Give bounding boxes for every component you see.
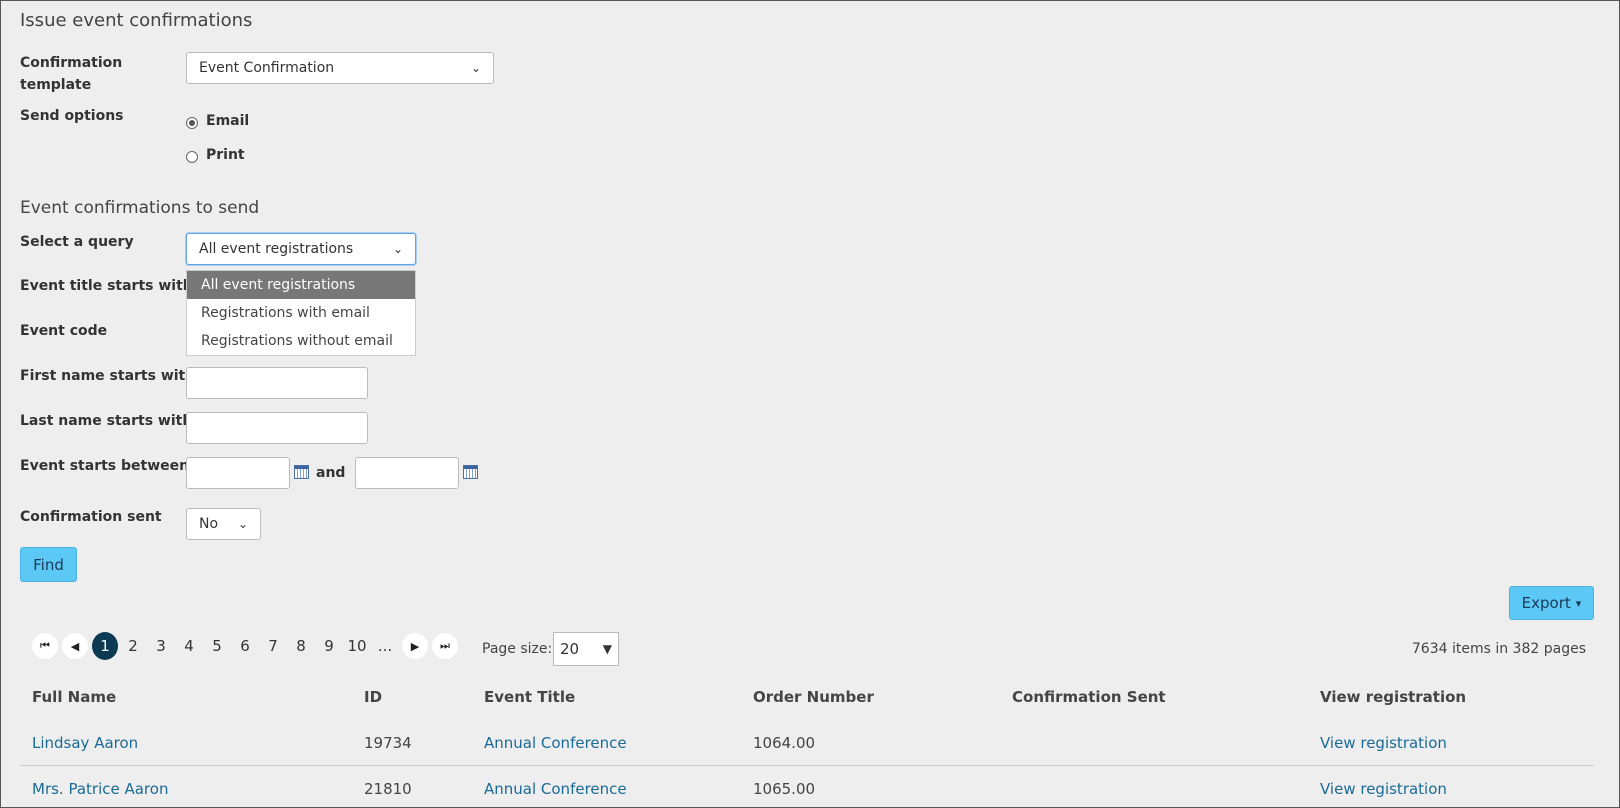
- email-radio[interactable]: [186, 117, 198, 129]
- query-select-value: All event registrations: [199, 241, 354, 257]
- filters-title: Event confirmations to send: [20, 198, 260, 218]
- print-radio[interactable]: [186, 151, 198, 163]
- row-full-name-link[interactable]: Mrs. Patrice Aaron: [32, 780, 168, 798]
- calendar-icon[interactable]: [463, 465, 478, 479]
- col-header-id[interactable]: ID: [364, 688, 382, 706]
- page-number-10[interactable]: 10: [344, 637, 370, 655]
- chevron-down-icon: ⌄: [470, 61, 481, 75]
- caret-down-icon: ▾: [1575, 596, 1582, 610]
- row-view-registration-link[interactable]: View registration: [1320, 734, 1447, 752]
- pager-summary: 7634 items in 382 pages: [1411, 641, 1586, 657]
- find-button[interactable]: Find: [20, 547, 77, 582]
- row-event-title-link[interactable]: Annual Conference: [484, 780, 627, 798]
- col-header-confirmation-sent[interactable]: Confirmation Sent: [1012, 688, 1166, 706]
- query-option[interactable]: Registrations with email: [187, 299, 415, 327]
- page-number-6[interactable]: 6: [232, 637, 258, 655]
- event-starts-label: Event starts between: [20, 458, 190, 474]
- page-number-2[interactable]: 2: [120, 637, 146, 655]
- page-number-5[interactable]: 5: [204, 637, 230, 655]
- page-number-4[interactable]: 4: [176, 637, 202, 655]
- page-number-1[interactable]: 1: [92, 632, 118, 660]
- template-label: Confirmation template: [20, 55, 123, 93]
- row-id: 19734: [364, 734, 412, 752]
- page-size-value: 20: [560, 640, 580, 658]
- query-label: Select a query: [20, 234, 134, 250]
- confirmation-sent-value: No: [199, 516, 219, 532]
- event-start-from-input[interactable]: [186, 457, 290, 489]
- and-label: and: [316, 465, 346, 481]
- page-size-select[interactable]: 20 ▼: [553, 632, 619, 666]
- calendar-icon[interactable]: [294, 465, 309, 479]
- chevron-down-icon: ⌄: [392, 242, 403, 256]
- event-code-label: Event code: [20, 323, 108, 339]
- chevron-down-icon: ⌄: [237, 517, 248, 531]
- page-number-9[interactable]: 9: [316, 637, 342, 655]
- query-select[interactable]: All event registrations ⌄: [186, 233, 416, 265]
- caret-down-icon: ▼: [602, 642, 612, 656]
- page-number-8[interactable]: 8: [288, 637, 314, 655]
- col-header-order-number[interactable]: Order Number: [753, 688, 874, 706]
- last-name-label: Last name starts with: [20, 413, 193, 429]
- row-id: 21810: [364, 780, 412, 798]
- export-button-label: Export: [1521, 594, 1571, 612]
- event-start-to-input[interactable]: [355, 457, 459, 489]
- row-view-registration-link[interactable]: View registration: [1320, 780, 1447, 798]
- col-header-full-name[interactable]: Full Name: [32, 688, 116, 706]
- email-radio-label: Email: [206, 113, 250, 129]
- template-select-value: Event Confirmation: [199, 60, 335, 76]
- first-page-icon[interactable]: ⏮: [32, 633, 58, 659]
- row-event-title-link[interactable]: Annual Conference: [484, 734, 627, 752]
- next-page-icon[interactable]: ▶: [402, 633, 428, 659]
- page-number-7[interactable]: 7: [260, 637, 286, 655]
- query-option[interactable]: Registrations without email: [187, 327, 415, 355]
- last-name-input[interactable]: [186, 412, 368, 444]
- row-order-number: 1065.00: [753, 780, 816, 798]
- page-number-3[interactable]: 3: [148, 637, 174, 655]
- query-option[interactable]: All event registrations: [187, 271, 415, 299]
- event-title-label: Event title starts with: [20, 278, 193, 294]
- col-header-event-title[interactable]: Event Title: [484, 688, 575, 706]
- last-page-icon[interactable]: ⏭: [432, 633, 458, 659]
- export-button[interactable]: Export ▾: [1509, 586, 1594, 620]
- page-title: Issue event confirmations: [20, 10, 253, 31]
- page-size-label: Page size:: [482, 641, 553, 657]
- first-name-input[interactable]: [186, 367, 368, 399]
- template-select[interactable]: Event Confirmation ⌄: [186, 52, 494, 84]
- col-header-view-registration[interactable]: View registration: [1320, 688, 1466, 706]
- confirmation-sent-select[interactable]: No ⌄: [186, 508, 261, 540]
- prev-page-icon[interactable]: ◀: [62, 633, 88, 659]
- query-dropdown-list: All event registrations Registrations wi…: [186, 270, 416, 356]
- print-radio-label: Print: [206, 147, 245, 163]
- row-full-name-link[interactable]: Lindsay Aaron: [32, 734, 138, 752]
- confirmation-sent-label: Confirmation sent: [20, 509, 162, 525]
- first-name-label: First name starts with: [20, 368, 196, 384]
- row-order-number: 1064.00: [753, 734, 816, 752]
- send-options-label: Send options: [20, 108, 124, 124]
- row-divider: [20, 765, 1594, 766]
- page-ellipsis[interactable]: ...: [372, 637, 398, 655]
